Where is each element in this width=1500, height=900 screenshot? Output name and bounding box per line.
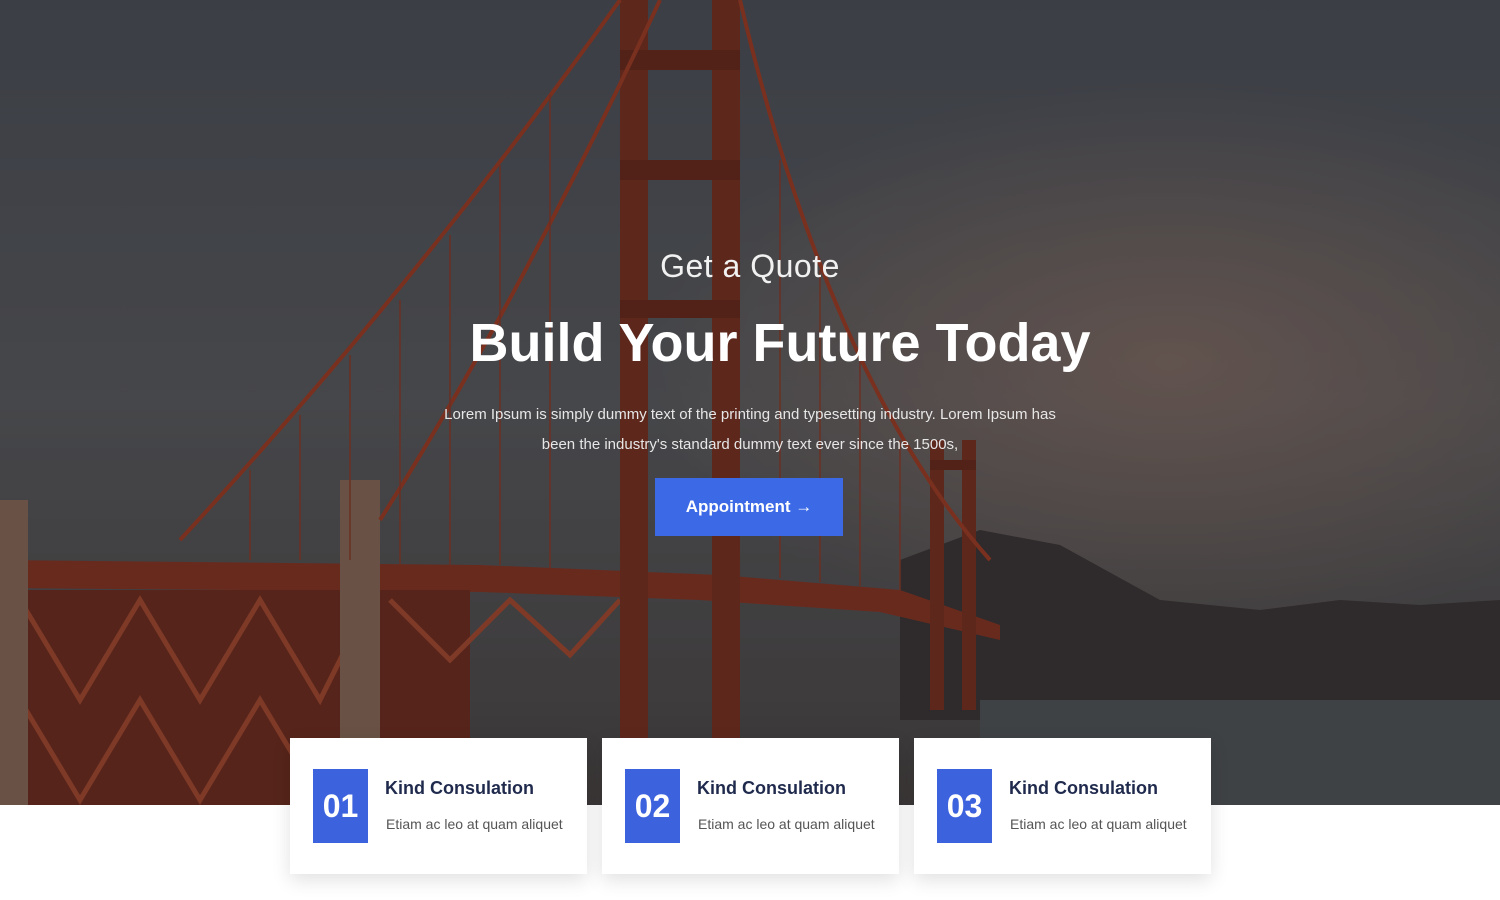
feature-card[interactable]: 01 Kind Consulation Etiam ac leo at quam… bbox=[290, 738, 587, 874]
feature-card[interactable]: 03 Kind Consulation Etiam ac leo at quam… bbox=[914, 738, 1211, 874]
card-title: Kind Consulation bbox=[1009, 778, 1158, 798]
hero-section: Get a Quote Build Your Future Today Lore… bbox=[0, 0, 1500, 805]
card-description: Etiam ac leo at quam aliquet bbox=[698, 816, 875, 832]
appointment-button[interactable]: Appointment → bbox=[655, 478, 843, 536]
hero-eyebrow: Get a Quote bbox=[660, 248, 840, 284]
card-number-badge: 01 bbox=[313, 769, 368, 843]
card-title: Kind Consulation bbox=[385, 778, 534, 798]
card-number-badge: 03 bbox=[937, 769, 992, 843]
card-description: Etiam ac leo at quam aliquet bbox=[386, 816, 563, 832]
card-title: Kind Consulation bbox=[697, 778, 846, 798]
hero-lead-text: Lorem Ipsum is simply dummy text of the … bbox=[444, 406, 1056, 453]
hero-headline: Build Your Future Today bbox=[469, 313, 1091, 373]
card-description: Etiam ac leo at quam aliquet bbox=[1010, 816, 1187, 832]
card-number-badge: 02 bbox=[625, 769, 680, 843]
feature-cards: 01 Kind Consulation Etiam ac leo at quam… bbox=[290, 738, 1212, 874]
feature-card[interactable]: 02 Kind Consulation Etiam ac leo at quam… bbox=[602, 738, 899, 874]
